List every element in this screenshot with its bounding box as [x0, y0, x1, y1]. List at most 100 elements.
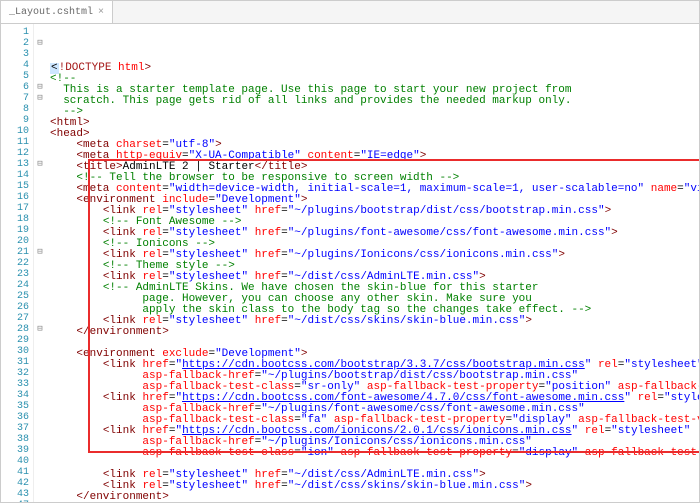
line-number: 11: [1, 137, 29, 148]
fold-toggle[interactable]: [34, 390, 46, 401]
line-number: 20: [1, 236, 29, 247]
line-number: 38: [1, 434, 29, 445]
fold-toggle[interactable]: [34, 214, 46, 225]
fold-toggle[interactable]: [34, 313, 46, 324]
fold-toggle[interactable]: ⊟: [34, 82, 46, 93]
line-number: 39: [1, 445, 29, 456]
fold-toggle[interactable]: [34, 126, 46, 137]
code-line[interactable]: -->: [50, 107, 699, 118]
fold-toggle[interactable]: [34, 115, 46, 126]
line-number: 19: [1, 225, 29, 236]
line-number: 23: [1, 269, 29, 280]
fold-toggle[interactable]: ⊟: [34, 247, 46, 258]
file-tab-label: _Layout.cshtml: [9, 7, 93, 18]
file-tab[interactable]: _Layout.cshtml ×: [1, 1, 113, 23]
line-number: 21: [1, 247, 29, 258]
fold-toggle[interactable]: [34, 346, 46, 357]
line-number: 27: [1, 313, 29, 324]
fold-toggle[interactable]: ⊟: [34, 93, 46, 104]
line-number: 15: [1, 181, 29, 192]
line-number: 7: [1, 93, 29, 104]
fold-toggle[interactable]: [34, 500, 46, 502]
fold-toggle[interactable]: [34, 104, 46, 115]
fold-toggle[interactable]: [34, 236, 46, 247]
line-number: 8: [1, 104, 29, 115]
line-number: 37: [1, 423, 29, 434]
fold-toggle[interactable]: ⊟: [34, 38, 46, 49]
fold-toggle[interactable]: [34, 291, 46, 302]
line-number: 2: [1, 38, 29, 49]
fold-toggle[interactable]: [34, 137, 46, 148]
line-number: 43: [1, 489, 29, 500]
line-number: 3: [1, 49, 29, 60]
fold-toggle[interactable]: [34, 302, 46, 313]
line-number: 41: [1, 467, 29, 478]
line-number: 14: [1, 170, 29, 181]
line-number: 22: [1, 258, 29, 269]
fold-toggle[interactable]: [34, 49, 46, 60]
fold-toggle[interactable]: [34, 379, 46, 390]
line-number: 35: [1, 401, 29, 412]
tab-bar: _Layout.cshtml ×: [1, 1, 699, 24]
line-number: 17: [1, 203, 29, 214]
fold-toggle[interactable]: [34, 489, 46, 500]
code-line[interactable]: </environment>: [50, 492, 699, 502]
line-number: 42: [1, 478, 29, 489]
code-line[interactable]: <!DOCTYPE html>: [50, 63, 699, 74]
fold-toggle[interactable]: [34, 368, 46, 379]
line-number: 47: [1, 500, 29, 502]
code-line[interactable]: </environment>: [50, 327, 699, 338]
line-number: 18: [1, 214, 29, 225]
fold-column[interactable]: ⊟⊟⊟⊟⊟⊟: [34, 24, 46, 502]
fold-toggle[interactable]: [34, 445, 46, 456]
editor-area[interactable]: 1234567891011121314151617181920212223242…: [1, 24, 699, 502]
fold-toggle[interactable]: [34, 357, 46, 368]
line-number: 9: [1, 115, 29, 126]
line-number: 40: [1, 456, 29, 467]
line-number: 16: [1, 192, 29, 203]
line-number: 1: [1, 27, 29, 38]
fold-toggle[interactable]: [34, 467, 46, 478]
fold-toggle[interactable]: [34, 148, 46, 159]
line-number: 26: [1, 302, 29, 313]
editor-window: _Layout.cshtml × 12345678910111213141516…: [0, 0, 700, 503]
fold-toggle[interactable]: [34, 60, 46, 71]
line-number: 25: [1, 291, 29, 302]
fold-toggle[interactable]: [34, 412, 46, 423]
line-number: 13: [1, 159, 29, 170]
code-line[interactable]: scratch. This page gets rid of all links…: [50, 96, 699, 107]
line-number: 6: [1, 82, 29, 93]
fold-toggle[interactable]: [34, 258, 46, 269]
line-number-gutter: 1234567891011121314151617181920212223242…: [1, 24, 34, 502]
fold-toggle[interactable]: ⊟: [34, 324, 46, 335]
code-line[interactable]: asp-fallback-test-class="ion" asp-fallba…: [50, 448, 699, 459]
line-number: 30: [1, 346, 29, 357]
line-number: 12: [1, 148, 29, 159]
code-content[interactable]: <!DOCTYPE html><!-- This is a starter te…: [46, 24, 699, 502]
line-number: 36: [1, 412, 29, 423]
line-number: 4: [1, 60, 29, 71]
fold-toggle[interactable]: [34, 71, 46, 82]
fold-toggle[interactable]: [34, 401, 46, 412]
fold-toggle[interactable]: [34, 181, 46, 192]
fold-toggle[interactable]: [34, 478, 46, 489]
fold-toggle[interactable]: [34, 269, 46, 280]
line-number: 5: [1, 71, 29, 82]
line-number: 24: [1, 280, 29, 291]
fold-toggle[interactable]: [34, 27, 46, 38]
fold-toggle[interactable]: [34, 225, 46, 236]
fold-toggle[interactable]: ⊟: [34, 159, 46, 170]
fold-toggle[interactable]: [34, 192, 46, 203]
fold-toggle[interactable]: [34, 423, 46, 434]
fold-toggle[interactable]: [34, 280, 46, 291]
fold-toggle[interactable]: [34, 335, 46, 346]
fold-toggle[interactable]: [34, 203, 46, 214]
close-icon[interactable]: ×: [98, 7, 104, 18]
code-line[interactable]: <html>: [50, 118, 699, 129]
line-number: 31: [1, 357, 29, 368]
fold-toggle[interactable]: [34, 170, 46, 181]
fold-toggle[interactable]: [34, 434, 46, 445]
line-number: 29: [1, 335, 29, 346]
line-number: 33: [1, 379, 29, 390]
fold-toggle[interactable]: [34, 456, 46, 467]
